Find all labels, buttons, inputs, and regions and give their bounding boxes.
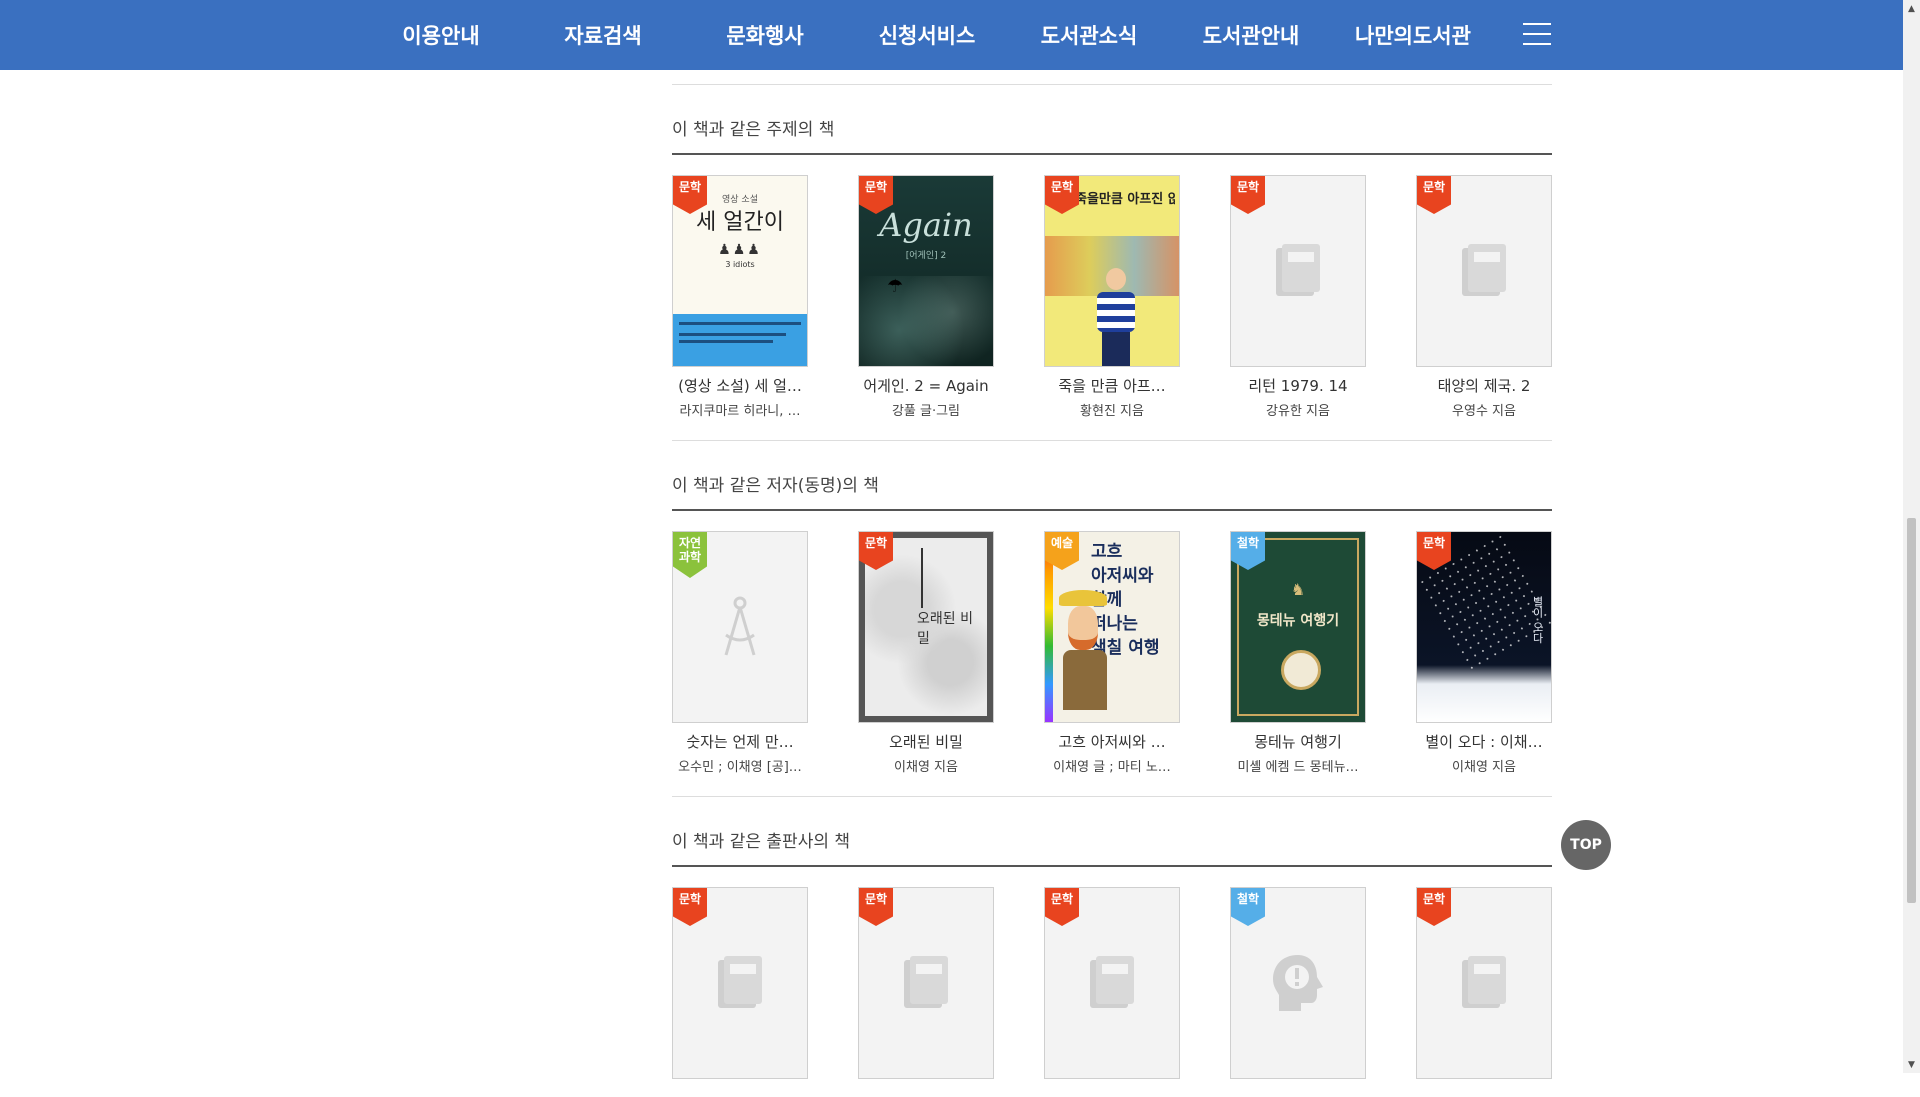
book-item[interactable]: 영상 소설 세 얼간이 ♟♟♟ 3 idiots 문학 (영상 소설) 세 얼…… <box>672 175 808 419</box>
book-cover[interactable]: 오래된 비밀 문학 <box>858 531 994 723</box>
book-icon <box>718 956 762 1008</box>
book-cover[interactable]: ♞ 몽테뉴 여행기 철학 <box>1230 531 1366 723</box>
scrollbar[interactable]: ▲ ▼ <box>1903 0 1920 1073</box>
book-item[interactable]: 철학 <box>1230 887 1366 1079</box>
book-item[interactable]: 문학 태양의 제국. 2 우영수 지음 <box>1416 175 1552 419</box>
book-cover[interactable]: 문학 <box>858 887 994 1079</box>
main-menu: 이용안내 자료검색 문화행사 신청서비스 도서관소식 도서관안내 나만의도서관 <box>360 0 1494 70</box>
book-item[interactable]: 문학 리턴 1979. 14 강유한 지음 <box>1230 175 1366 419</box>
book-cover[interactable]: 문학 <box>1416 887 1552 1079</box>
related-books-section: 이 책과 같은 주제의 책 영상 소설 세 얼간이 ♟♟♟ 3 idiots 문… <box>672 85 1552 441</box>
book-cover[interactable]: 고흐 아저씨와 함께 떠나는 색칠 여행 예술 <box>1044 531 1180 723</box>
book-author: 황현진 지음 <box>1080 404 1144 419</box>
book-author: 오수민 ; 이채영 [공]… <box>678 760 802 775</box>
book-item[interactable]: 별이 오다 문학 별이 오다 : 이채… 이채영 지음 <box>1416 531 1552 775</box>
book-title[interactable]: 죽을 만큼 아프… <box>1044 375 1180 396</box>
nav-item-3[interactable]: 문화행사 <box>684 20 846 50</box>
person-illustration <box>1097 268 1135 366</box>
book-title[interactable]: 오래된 비밀 <box>858 731 994 752</box>
gogh-figure-illustration <box>1059 590 1111 710</box>
nav-item-6[interactable]: 도서관안내 <box>1170 20 1332 50</box>
book-author: 이채영 글 ; 마티 노… <box>1053 760 1171 775</box>
book-cover[interactable]: 영상 소설 세 얼간이 ♟♟♟ 3 idiots 문학 <box>672 175 808 367</box>
section-title: 이 책과 같은 출판사의 책 <box>672 832 851 852</box>
section-title-underline <box>672 153 1552 155</box>
book-icon <box>1462 244 1506 296</box>
book-author: 강유한 지음 <box>1266 404 1330 419</box>
cover-sub-text: [어게인] 2 <box>905 251 947 261</box>
nav-item-5[interactable]: 도서관소식 <box>1008 20 1170 50</box>
book-cover[interactable]: 문학 <box>1044 887 1180 1079</box>
cover-title-text: 몽테뉴 여행기 <box>1256 613 1340 629</box>
scrollbar-thumb[interactable] <box>1907 518 1916 903</box>
book-item[interactable]: 문학 <box>672 887 808 1079</box>
scroll-top-button[interactable]: TOP <box>1561 820 1611 870</box>
scroll-down-arrow-icon[interactable]: ▼ <box>1903 1056 1920 1073</box>
book-cover[interactable]: 자연 과학 <box>672 531 808 723</box>
book-title[interactable]: 몽테뉴 여행기 <box>1230 731 1366 752</box>
book-icon <box>1090 956 1134 1008</box>
head-thinking-icon <box>1273 955 1323 1011</box>
book-list: 자연 과학 숫자는 언제 만… 오수민 ; 이채영 [공]… 오래된 비밀 문학… <box>672 531 1552 775</box>
key-illustration-icon <box>921 548 923 608</box>
book-author: 이채영 지음 <box>1452 760 1516 775</box>
book-cover[interactable]: 문학 <box>1230 175 1366 367</box>
book-item[interactable]: 문학 <box>858 887 994 1079</box>
book-author: 이채영 지음 <box>894 760 958 775</box>
cover-title-text: 죽을만큼 아프진 않아 <box>1075 192 1175 207</box>
umbrella-figure-icon: ☂ <box>887 276 904 297</box>
book-author: 강풀 글·그림 <box>891 404 961 419</box>
book-cover[interactable]: 문학 <box>1416 175 1552 367</box>
compass-icon <box>724 596 756 656</box>
book-list: 문학 문학 문학 철학 문학 <box>672 887 1552 1079</box>
book-cover[interactable]: Again [어게인] 2 ☂ 문학 <box>858 175 994 367</box>
book-title[interactable]: 리턴 1979. 14 <box>1230 375 1366 396</box>
book-cover[interactable]: 별이 오다 문학 <box>1416 531 1552 723</box>
nav-item-2[interactable]: 자료검색 <box>522 20 684 50</box>
book-cover[interactable]: 문학 <box>672 887 808 1079</box>
book-title[interactable]: 별이 오다 : 이채… <box>1416 731 1552 752</box>
cover-figures-icon: ♟♟♟ <box>718 242 762 258</box>
hamburger-menu-icon[interactable] <box>1523 23 1551 45</box>
book-icon <box>1462 956 1506 1008</box>
cover-title-text: 별이 오다 <box>1531 596 1544 644</box>
cover-title-text: 오래된 비밀 <box>917 611 973 647</box>
book-title[interactable]: 어게인. 2 = Again <box>858 375 994 396</box>
portrait-icon <box>1281 650 1321 690</box>
book-cover[interactable]: 철학 <box>1230 887 1366 1079</box>
book-item[interactable]: Again [어게인] 2 ☂ 문학 어게인. 2 = Again 강풀 글·그… <box>858 175 994 419</box>
section-title-underline <box>672 509 1552 511</box>
nav-item-7[interactable]: 나만의도서관 <box>1332 20 1494 50</box>
book-item[interactable]: 문학 <box>1416 887 1552 1079</box>
section-title-underline <box>672 865 1552 867</box>
book-author: 미셸 에켐 드 몽테뉴… <box>1237 760 1359 775</box>
book-author: 우영수 지음 <box>1452 404 1516 419</box>
book-icon <box>904 956 948 1008</box>
book-title[interactable]: 숫자는 언제 만… <box>672 731 808 752</box>
related-books-section: 이 책과 같은 저자(동명)의 책 자연 과학 숫자는 언제 만… 오수민 ; … <box>672 441 1552 797</box>
book-item[interactable]: 문학 <box>1044 887 1180 1079</box>
nav-item-4[interactable]: 신청서비스 <box>846 20 1008 50</box>
scroll-up-arrow-icon[interactable]: ▲ <box>1903 0 1920 17</box>
nav-item-1[interactable]: 이용안내 <box>360 20 522 50</box>
section-title: 이 책과 같은 주제의 책 <box>672 120 835 140</box>
book-title[interactable]: 고흐 아저씨와 … <box>1044 731 1180 752</box>
rider-icon: ♞ <box>1290 580 1306 599</box>
book-title[interactable]: (영상 소설) 세 얼… <box>672 375 808 396</box>
related-books-content: 이 책과 같은 주제의 책 영상 소설 세 얼간이 ♟♟♟ 3 idiots 문… <box>672 84 1552 1097</box>
book-item[interactable]: ♞ 몽테뉴 여행기 철학 몽테뉴 여행기 미셸 에켐 드 몽테뉴… <box>1230 531 1366 775</box>
book-icon <box>1276 244 1320 296</box>
book-title[interactable]: 태양의 제국. 2 <box>1416 375 1552 396</box>
book-item[interactable]: 죽을만큼 아프진 않아 문학 죽을 만큼 아프… 황현진 지음 <box>1044 175 1180 419</box>
related-books-section: 이 책과 같은 출판사의 책 문학 문학 문학 철학 문학 <box>672 797 1552 1097</box>
book-item[interactable]: 오래된 비밀 문학 오래된 비밀 이채영 지음 <box>858 531 994 775</box>
book-author: 라지쿠마르 히라니, … <box>679 404 801 419</box>
section-title: 이 책과 같은 저자(동명)의 책 <box>672 476 879 496</box>
cover-sub-text: 3 idiots <box>725 260 755 269</box>
book-item[interactable]: 고흐 아저씨와 함께 떠나는 색칠 여행 예술 고흐 아저씨와 … 이채영 글 … <box>1044 531 1180 775</box>
book-item[interactable]: 자연 과학 숫자는 언제 만… 오수민 ; 이채영 [공]… <box>672 531 808 775</box>
book-list: 영상 소설 세 얼간이 ♟♟♟ 3 idiots 문학 (영상 소설) 세 얼…… <box>672 175 1552 419</box>
top-navigation: 이용안내 자료검색 문화행사 신청서비스 도서관소식 도서관안내 나만의도서관 <box>0 0 1903 70</box>
book-cover[interactable]: 죽을만큼 아프진 않아 문학 <box>1044 175 1180 367</box>
